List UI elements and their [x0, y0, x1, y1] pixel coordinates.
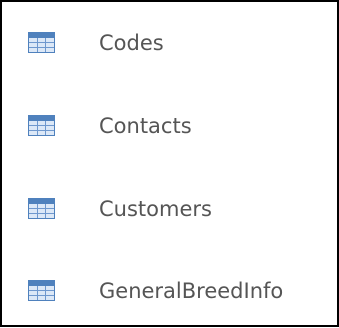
table-icon: [28, 32, 55, 53]
table-item-label: Contacts: [99, 114, 192, 138]
table-list: Codes Contacts Customers GeneralBreedInf…: [2, 2, 337, 325]
table-item-label: Customers: [99, 197, 212, 221]
navigation-pane: Codes Contacts Customers GeneralBreedInf…: [0, 0, 339, 327]
table-item-customers[interactable]: Customers: [2, 190, 337, 246]
table-item-general-breed-info[interactable]: GeneralBreedInfo: [2, 272, 337, 328]
table-item-label: Codes: [99, 31, 164, 55]
table-item-contacts[interactable]: Contacts: [2, 107, 337, 163]
table-icon: [28, 198, 55, 219]
table-icon: [28, 280, 55, 301]
table-item-label: GeneralBreedInfo: [99, 279, 284, 303]
table-item-codes[interactable]: Codes: [2, 24, 337, 80]
table-icon: [28, 115, 55, 136]
